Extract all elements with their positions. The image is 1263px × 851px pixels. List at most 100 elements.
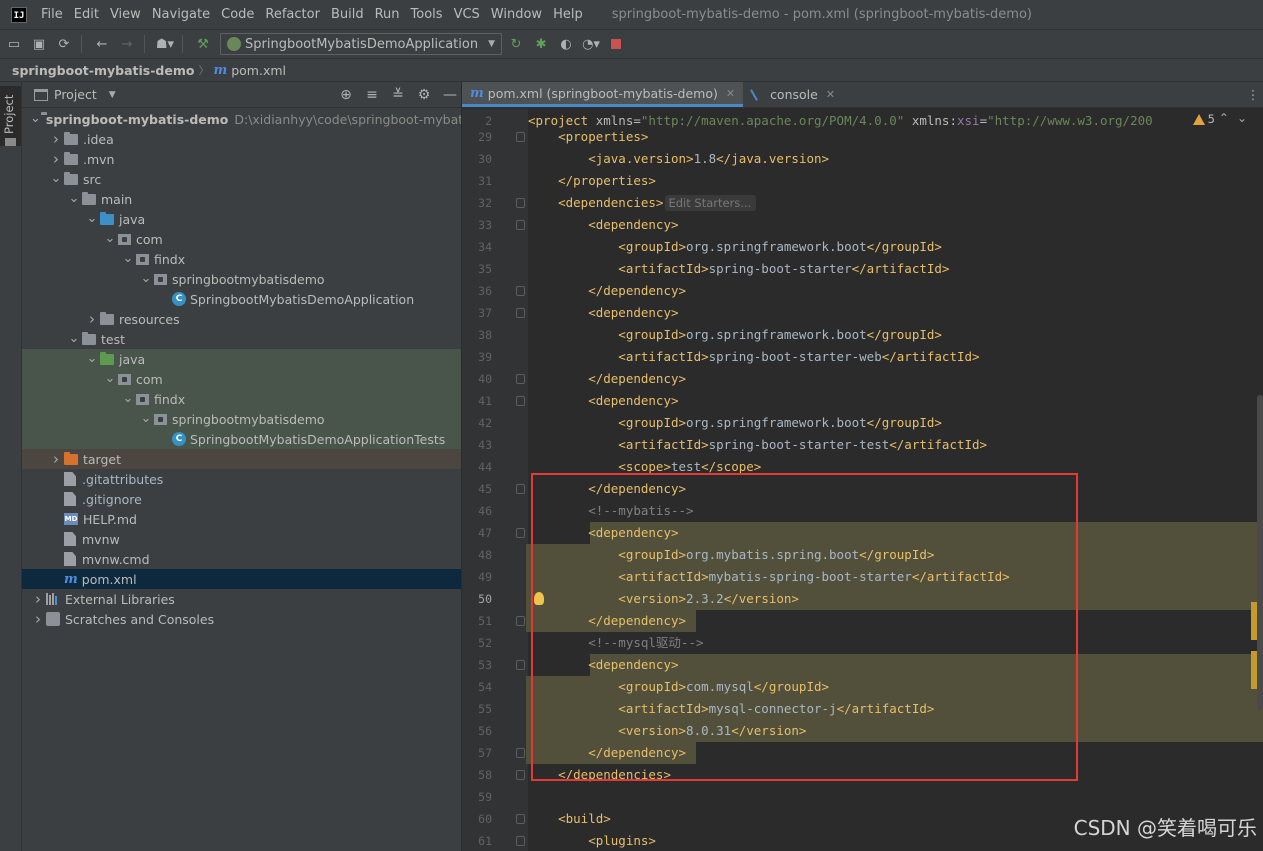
chevron-down-icon[interactable]: ⌄ — [120, 252, 136, 265]
tree-item[interactable]: ⌄ com — [22, 229, 461, 249]
fold-marker-icon[interactable] — [516, 198, 525, 208]
user-icon[interactable]: ☗▾ — [154, 33, 176, 55]
tree-item[interactable]: › target — [22, 449, 461, 469]
navigate-problems[interactable]: ⌃⌄ — [1219, 111, 1255, 125]
edit-starters-hint[interactable]: Edit Starters... — [665, 195, 757, 211]
tree-item[interactable]: .gitignore — [22, 489, 461, 509]
menu-edit[interactable]: Edit — [74, 7, 99, 22]
sync-icon[interactable]: ⟳ — [53, 33, 75, 55]
fold-marker-icon[interactable] — [516, 374, 525, 384]
fold-marker-icon[interactable] — [516, 616, 525, 626]
debug-icon[interactable]: ✱ — [530, 33, 552, 55]
menu-window[interactable]: Window — [491, 7, 542, 22]
tree-item[interactable]: .gitattributes — [22, 469, 461, 489]
menu-build[interactable]: Build — [331, 7, 364, 22]
tab-console[interactable]: console ✕ — [743, 82, 843, 107]
chevron-right-icon[interactable]: › — [48, 150, 64, 168]
chevron-right-icon[interactable]: › — [84, 310, 100, 328]
fold-marker-icon[interactable] — [516, 484, 525, 494]
tree-item[interactable]: ⌄ java — [22, 349, 461, 369]
fold-marker-icon[interactable] — [516, 132, 525, 142]
menu-refactor[interactable]: Refactor — [265, 7, 320, 22]
tree-item[interactable]: ⌄ findx — [22, 389, 461, 409]
chevron-down-icon[interactable]: ⌄ — [66, 332, 82, 345]
chevron-right-icon[interactable]: › — [30, 590, 46, 608]
fold-marker-icon[interactable] — [516, 286, 525, 296]
fold-marker-icon[interactable] — [516, 770, 525, 780]
tree-item[interactable]: › .mvn — [22, 149, 461, 169]
fold-marker-icon[interactable] — [516, 396, 525, 406]
menu-help[interactable]: Help — [553, 7, 583, 22]
chevron-down-icon[interactable]: ⌄ — [138, 412, 154, 425]
tree-item[interactable]: ⌄ findx — [22, 249, 461, 269]
breadcrumb-project[interactable]: springboot-mybatis-demo — [12, 63, 194, 78]
tree-item[interactable]: MD HELP.md — [22, 509, 461, 529]
tree-item[interactable]: › Scratches and Consoles — [22, 609, 461, 629]
tree-item[interactable]: ⌄ springbootmybatisdemo — [22, 269, 461, 289]
chevron-right-icon[interactable]: › — [30, 610, 46, 628]
fold-marker-icon[interactable] — [516, 308, 525, 318]
tab-pom-xml[interactable]: m pom.xml (springboot-mybatis-demo) ✕ — [462, 82, 744, 107]
warnings-badge[interactable]: 5 — [1192, 112, 1215, 126]
chevron-down-icon[interactable]: ⌄ — [102, 232, 118, 245]
save-all-icon[interactable]: ▣ — [28, 33, 50, 55]
fold-marker-icon[interactable] — [516, 660, 525, 670]
fold-marker-icon[interactable] — [516, 748, 525, 758]
tree-item[interactable]: ⌄ springboot-mybatis-demo D:\xidianhyy\cod… — [22, 109, 461, 129]
tree-item[interactable]: C SpringbootMybatisDemoApplication — [22, 289, 461, 309]
forward-icon[interactable]: → — [116, 33, 138, 55]
tree-item[interactable]: › .idea — [22, 129, 461, 149]
tree-item[interactable]: ⌄ java — [22, 209, 461, 229]
rerun-icon[interactable]: ↻ — [505, 33, 527, 55]
tree-item[interactable]: C SpringbootMybatisDemoApplicationTests — [22, 429, 461, 449]
hide-icon[interactable]: — — [439, 87, 461, 103]
chevron-down-icon[interactable]: ⌄ — [84, 212, 100, 225]
open-folder-icon[interactable]: ▭ — [3, 33, 25, 55]
collapse-all-icon[interactable]: ≚ — [387, 87, 409, 103]
run-configuration-select[interactable]: SpringbootMybatisDemoApplication ▼ — [220, 33, 503, 55]
menu-navigate[interactable]: Navigate — [152, 7, 210, 22]
tree-item[interactable]: ⌄ main — [22, 189, 461, 209]
fold-marker-icon[interactable] — [516, 220, 525, 230]
menu-code[interactable]: Code — [221, 7, 254, 22]
chevron-down-icon[interactable]: ▼ — [109, 90, 116, 100]
tree-item[interactable]: mvnw.cmd — [22, 549, 461, 569]
fold-marker-icon[interactable] — [516, 836, 525, 846]
tree-item[interactable]: › External Libraries — [22, 589, 461, 609]
menu-view[interactable]: View — [110, 7, 141, 22]
fold-marker-icon[interactable] — [516, 814, 525, 824]
chevron-right-icon[interactable]: › — [48, 130, 64, 148]
gear-icon[interactable]: ⚙ — [413, 87, 435, 103]
chevron-down-icon[interactable]: ⌄ — [102, 372, 118, 385]
fold-marker-icon[interactable] — [516, 528, 525, 538]
tree-item[interactable]: m pom.xml — [22, 569, 461, 589]
coverage-icon[interactable]: ◐ — [555, 33, 577, 55]
tree-item[interactable]: ⌄ src — [22, 169, 461, 189]
menu-tools[interactable]: Tools — [411, 7, 443, 22]
tree-item[interactable]: › resources — [22, 309, 461, 329]
menu-file[interactable]: File — [41, 7, 63, 22]
chevron-down-icon[interactable]: ⌄ — [30, 112, 41, 125]
tree-item[interactable]: ⌄ test — [22, 329, 461, 349]
profile-icon[interactable]: ◔▾ — [580, 33, 602, 55]
project-tool-window-tab[interactable]: Project — [0, 86, 21, 146]
tree-item[interactable]: ⌄ com — [22, 369, 461, 389]
menu-vcs[interactable]: VCS — [454, 7, 480, 22]
build-hammer-icon[interactable]: ⚒ — [192, 33, 214, 55]
chevron-down-icon[interactable]: ⌄ — [66, 192, 82, 205]
menu-run[interactable]: Run — [375, 7, 400, 22]
close-icon[interactable]: ✕ — [826, 88, 835, 101]
chevron-down-icon[interactable]: ⌄ — [84, 352, 100, 365]
project-panel-title[interactable]: Project — [54, 87, 97, 102]
breadcrumb-file[interactable]: pom.xml — [231, 63, 286, 78]
tree-item[interactable]: mvnw — [22, 529, 461, 549]
code-editor[interactable]: 2 <project xmlns="http://maven.apache.org… — [462, 109, 1263, 851]
editor-scrollbar[interactable] — [1257, 395, 1263, 710]
chevron-right-icon[interactable]: › — [48, 450, 64, 468]
chevron-down-icon[interactable]: ⌄ — [138, 272, 154, 285]
expand-all-icon[interactable]: ≡ — [361, 87, 383, 103]
chevron-down-icon[interactable]: ⌄ — [120, 392, 136, 405]
tree-item[interactable]: ⌄ springbootmybatisdemo — [22, 409, 461, 429]
chevron-down-icon[interactable]: ⌄ — [48, 172, 64, 185]
more-options-icon[interactable]: ⋮ — [1243, 82, 1263, 107]
